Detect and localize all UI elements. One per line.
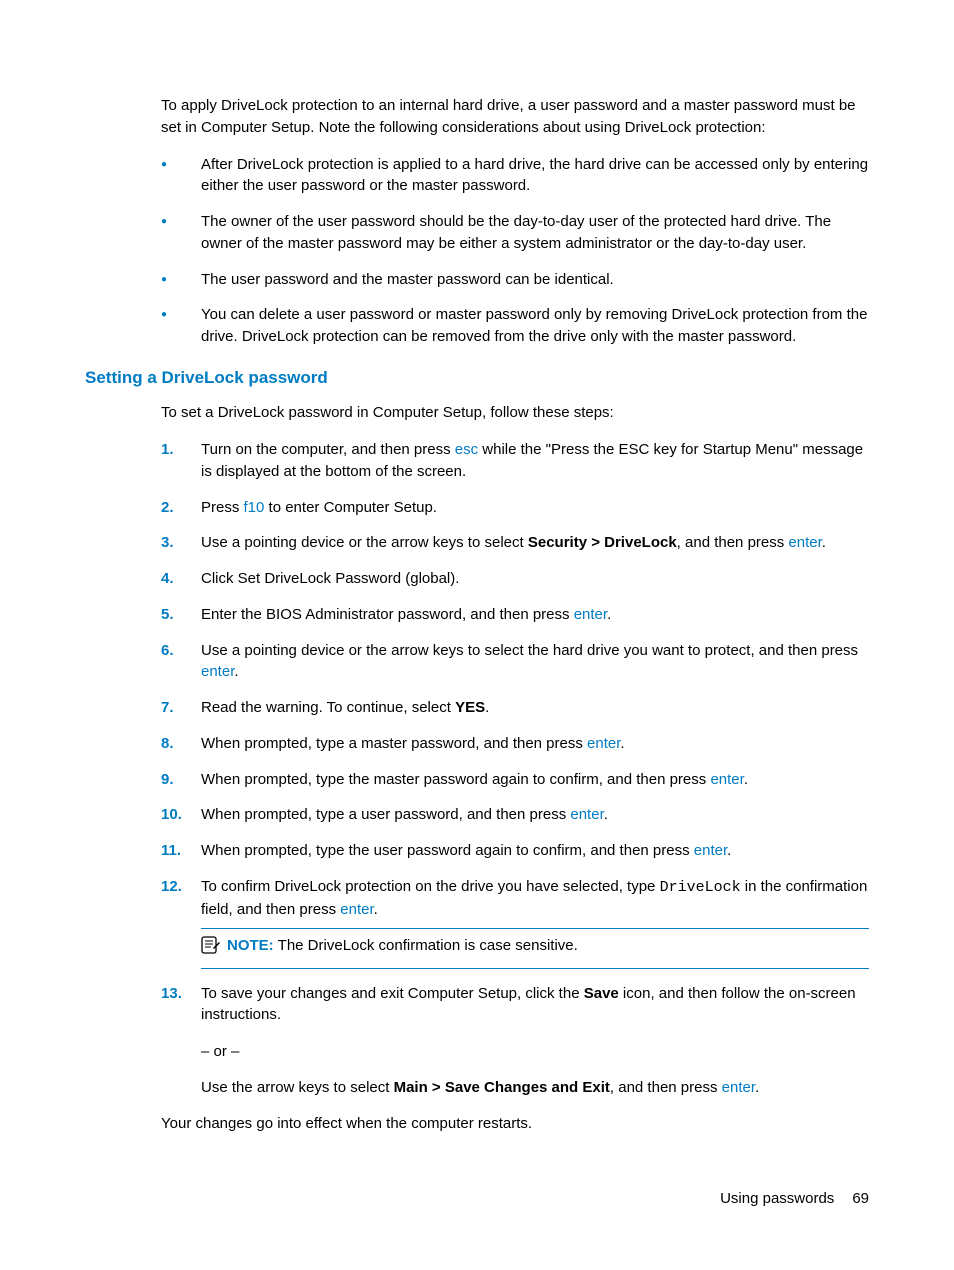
steps-list: Turn on the computer, and then press esc… (161, 439, 869, 1026)
note-icon (201, 936, 221, 961)
step-text: When prompted, type the master password … (201, 771, 710, 788)
save-icon-label: Save (584, 985, 619, 1002)
page-footer: Using passwords 69 (720, 1188, 869, 1210)
or-separator: – or – (201, 1041, 869, 1063)
step-item: Press f10 to enter Computer Setup. (161, 497, 869, 519)
step-item: Read the warning. To continue, select YE… (161, 697, 869, 719)
step-text: Read the warning. To continue, select (201, 699, 455, 716)
key-f10: f10 (244, 499, 265, 516)
key-enter: enter (587, 735, 620, 752)
step-text: To save your changes and exit Computer S… (201, 985, 584, 1002)
note-callout: NOTE:The DriveLock confirmation is case … (201, 928, 869, 968)
key-enter: enter (340, 901, 373, 918)
note-label: NOTE: (227, 937, 274, 954)
step-text: To confirm DriveLock protection on the d… (201, 878, 660, 895)
step-item: Click Set DriveLock Password (global). (161, 568, 869, 590)
key-enter: enter (570, 806, 603, 823)
step-item: Enter the BIOS Administrator password, a… (161, 604, 869, 626)
key-esc: esc (455, 441, 478, 458)
step-item: To confirm DriveLock protection on the d… (161, 876, 869, 969)
key-enter: enter (201, 663, 234, 680)
menu-path: Main > Save Changes and Exit (394, 1079, 610, 1096)
step-text: When prompted, type a user password, and… (201, 806, 570, 823)
alt-text: Use the arrow keys to select (201, 1079, 394, 1096)
step-text: Turn on the computer, and then press (201, 441, 455, 458)
key-enter: enter (722, 1079, 755, 1096)
considerations-list: After DriveLock protection is applied to… (161, 154, 869, 348)
step-item: Use a pointing device or the arrow keys … (161, 640, 869, 684)
list-item: The user password and the master passwor… (161, 269, 869, 291)
list-item: After DriveLock protection is applied to… (161, 154, 869, 198)
step-item: When prompted, type the master password … (161, 769, 869, 791)
page-number: 69 (852, 1190, 869, 1207)
step-text: . (822, 534, 826, 551)
alternative-step: Use the arrow keys to select Main > Save… (201, 1077, 869, 1099)
alt-text: , and then press (610, 1079, 722, 1096)
note-content: NOTE:The DriveLock confirmation is case … (227, 935, 578, 957)
step-text: . (744, 771, 748, 788)
step-item: When prompted, type a user password, and… (161, 804, 869, 826)
key-enter: enter (574, 606, 607, 623)
menu-path: Security > DriveLock (528, 534, 677, 551)
key-enter: enter (710, 771, 743, 788)
note-text: The DriveLock confirmation is case sensi… (278, 937, 578, 954)
literal-drivelock: DriveLock (660, 879, 741, 896)
step-text: Use a pointing device or the arrow keys … (201, 642, 858, 659)
step-text: . (607, 606, 611, 623)
step-text: . (234, 663, 238, 680)
key-enter: enter (694, 842, 727, 859)
step-text: . (485, 699, 489, 716)
list-item: The owner of the user password should be… (161, 211, 869, 255)
step-text: . (604, 806, 608, 823)
step-text: When prompted, type the user password ag… (201, 842, 694, 859)
step-text: to enter Computer Setup. (264, 499, 437, 516)
closing-paragraph: Your changes go into effect when the com… (161, 1113, 869, 1135)
document-page: To apply DriveLock protection to an inte… (0, 0, 954, 1270)
alt-text: . (755, 1079, 759, 1096)
step-item: When prompted, type a master password, a… (161, 733, 869, 755)
lead-paragraph: To set a DriveLock password in Computer … (161, 402, 869, 424)
list-item: You can delete a user password or master… (161, 304, 869, 348)
section-heading: Setting a DriveLock password (85, 366, 869, 391)
option-yes: YES (455, 699, 485, 716)
intro-paragraph: To apply DriveLock protection to an inte… (161, 95, 869, 139)
step-item: Use a pointing device or the arrow keys … (161, 532, 869, 554)
step-item: Turn on the computer, and then press esc… (161, 439, 869, 483)
step-text: Press (201, 499, 244, 516)
step-text: Enter the BIOS Administrator password, a… (201, 606, 574, 623)
step-text: . (727, 842, 731, 859)
key-enter: enter (788, 534, 821, 551)
footer-section-title: Using passwords (720, 1190, 834, 1207)
step-text: . (620, 735, 624, 752)
step-item: To save your changes and exit Computer S… (161, 983, 869, 1027)
step-item: When prompted, type the user password ag… (161, 840, 869, 862)
step-text: When prompted, type a master password, a… (201, 735, 587, 752)
step-text: . (374, 901, 378, 918)
step-text: Use a pointing device or the arrow keys … (201, 534, 528, 551)
step-text: , and then press (677, 534, 789, 551)
